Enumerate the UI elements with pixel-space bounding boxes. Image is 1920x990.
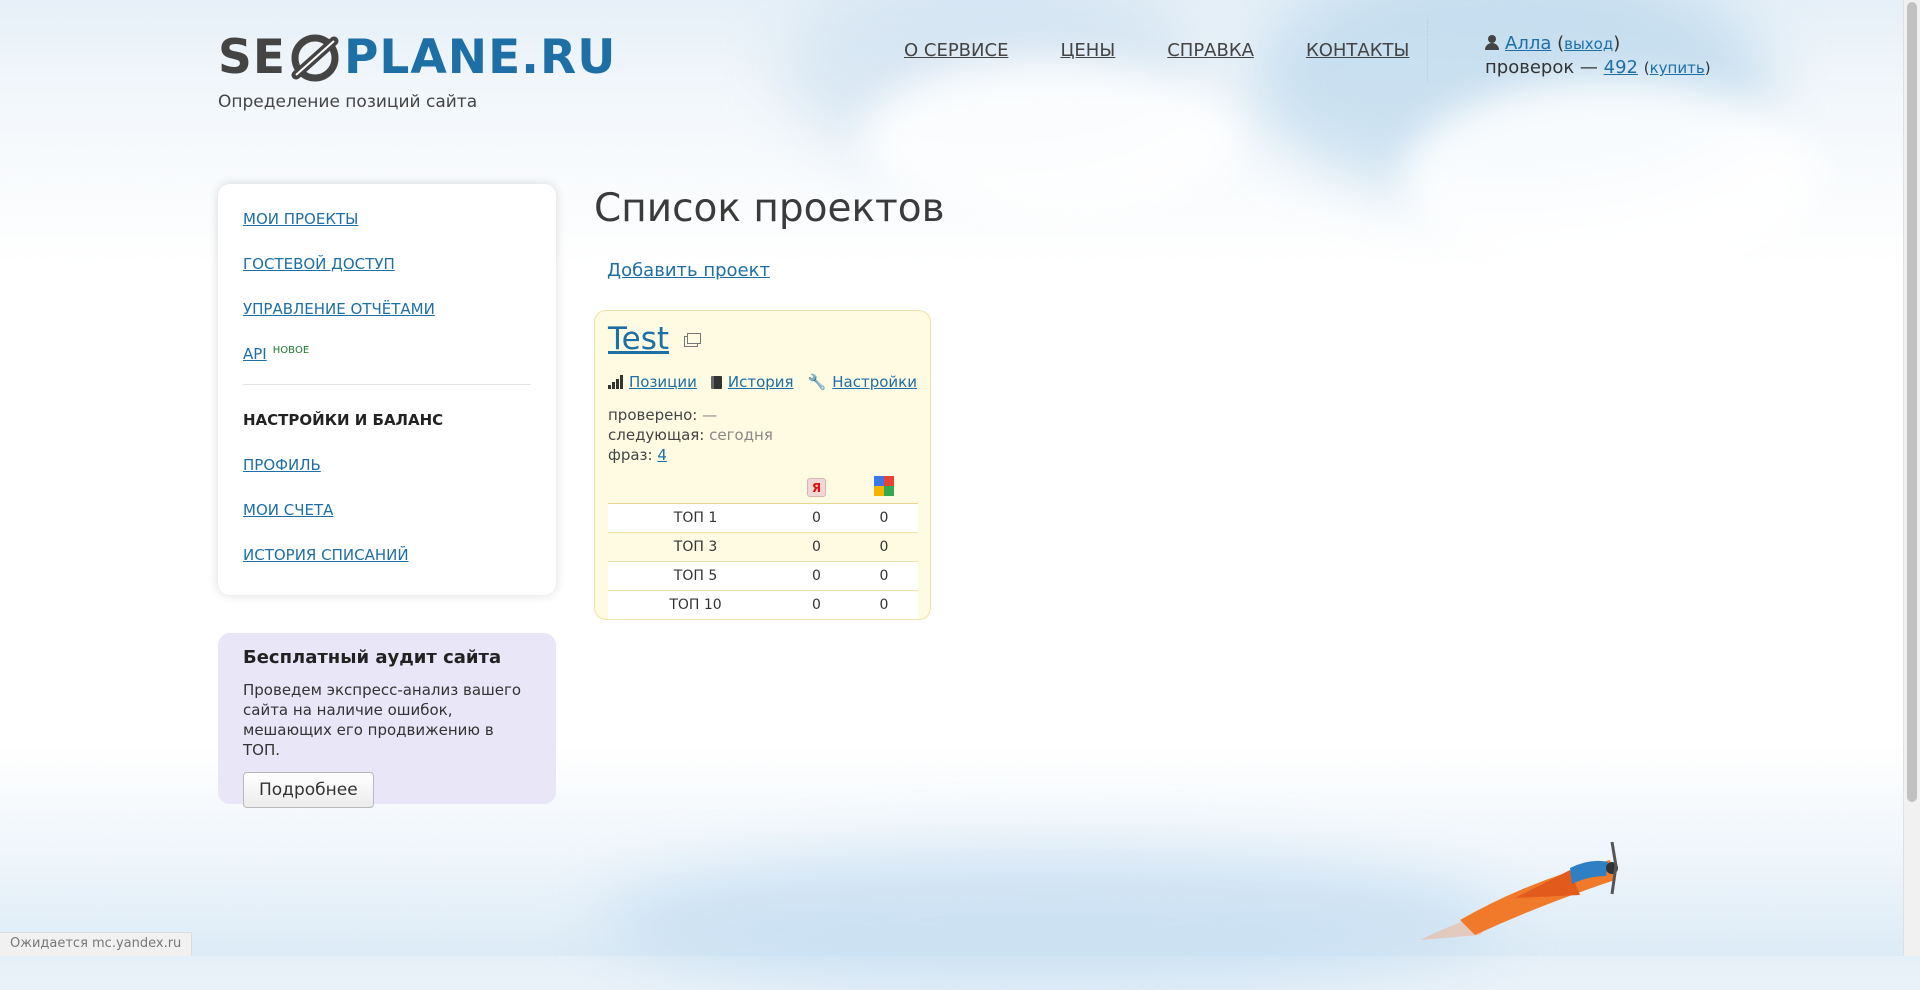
- google-value: 0: [850, 590, 918, 619]
- positions-link[interactable]: Позиции: [629, 373, 697, 391]
- cloud-decoration: [1400, 80, 1820, 280]
- audit-title: Бесплатный аудит сайта: [243, 647, 502, 668]
- top-label: ТОП 10: [608, 590, 783, 619]
- table-row: ТОП 3 0 0: [608, 532, 918, 562]
- site-logo[interactable]: SE PLANE.RU: [218, 30, 616, 85]
- top-label: ТОП 1: [608, 503, 783, 533]
- yandex-icon: Я: [807, 478, 826, 498]
- google-value: 0: [850, 561, 918, 591]
- audit-promo: Бесплатный аудит сайта Проведем экспресс…: [218, 633, 556, 808]
- yandex-value: 0: [783, 532, 850, 562]
- history-icon: [710, 375, 722, 389]
- next-label: следующая:: [608, 426, 705, 444]
- browser-status-bar: Ожидается mc.yandex.ru: [0, 932, 193, 956]
- new-badge: НОВОЕ: [272, 345, 310, 356]
- settings-link[interactable]: Настройки: [832, 373, 917, 391]
- checks-count-link[interactable]: 492: [1604, 57, 1638, 78]
- next-value: сегодня: [709, 426, 773, 444]
- tops-table: Я ТОП 1 0 0 ТОП 3 0 0 ТОП 5 0 0 ТОП 10 0: [608, 473, 918, 619]
- sidebar-item-my-invoices[interactable]: МОИ СЧЕТА: [243, 501, 531, 520]
- yandex-value: 0: [783, 561, 850, 591]
- open-external-icon[interactable]: [684, 333, 702, 347]
- user-box: Алла (выход) проверок — 492 (купить): [1485, 33, 1711, 78]
- sky-decoration: [600, 850, 1500, 990]
- buy-link[interactable]: купить: [1650, 59, 1705, 77]
- sidebar-divider: [243, 384, 531, 385]
- positions-icon: [608, 375, 623, 389]
- project-card: Test Позиции История 🔧 Настройки провере…: [594, 310, 931, 620]
- logo-text-right: PLANE.RU: [343, 30, 617, 85]
- nav-help[interactable]: СПРАВКА: [1167, 40, 1254, 61]
- audit-more-button[interactable]: Подробнее: [243, 772, 374, 808]
- sidebar-menu: МОИ ПРОЕКТЫ ГОСТЕВОЙ ДОСТУП УПРАВЛЕНИЕ О…: [218, 184, 556, 595]
- checks-label: проверок —: [1485, 57, 1598, 78]
- page-title: Список проектов: [594, 186, 945, 231]
- sidebar-item-my-projects[interactable]: МОИ ПРОЕКТЫ: [243, 210, 531, 229]
- user-name-link[interactable]: Алла: [1505, 33, 1551, 54]
- nav-contacts[interactable]: КОНТАКТЫ: [1306, 40, 1409, 61]
- google-value: 0: [850, 503, 918, 533]
- google-icon: [874, 475, 894, 496]
- checked-label: проверено:: [608, 406, 698, 424]
- google-value: 0: [850, 532, 918, 562]
- checked-value: —: [702, 406, 718, 424]
- add-project-link[interactable]: Добавить проект: [607, 260, 770, 281]
- page-scrollbar[interactable]: [1903, 0, 1920, 956]
- sidebar-item-profile[interactable]: ПРОФИЛЬ: [243, 456, 531, 475]
- top-navigation: О СЕРВИСЕ ЦЕНЫ СПРАВКА КОНТАКТЫ: [904, 40, 1409, 61]
- phrases-label: фраз:: [608, 446, 653, 464]
- yandex-value: 0: [783, 590, 850, 619]
- top-label: ТОП 5: [608, 561, 783, 591]
- nav-about[interactable]: О СЕРВИСЕ: [904, 40, 1008, 61]
- sidebar-item-charges-history[interactable]: ИСТОРИЯ СПИСАНИЙ: [243, 546, 531, 565]
- propeller-logo-icon: [288, 31, 342, 85]
- user-icon: [1485, 35, 1499, 50]
- yandex-value: 0: [783, 503, 850, 533]
- wrench-icon: 🔧: [807, 373, 827, 391]
- sidebar-item-api-row: API НОВОЕ: [243, 345, 531, 364]
- sidebar-item-reports[interactable]: УПРАВЛЕНИЕ ОТЧЁТАМИ: [243, 300, 531, 319]
- phrases-count-link[interactable]: 4: [657, 446, 667, 464]
- site-tagline: Определение позиций сайта: [218, 92, 478, 112]
- audit-text: Проведем экспресс-анализ вашего сайта на…: [243, 681, 522, 759]
- table-row: ТОП 5 0 0: [608, 561, 918, 591]
- project-name-link[interactable]: Test: [608, 321, 669, 357]
- airplane-illustration: [1420, 840, 1640, 954]
- nav-prices[interactable]: ЦЕНЫ: [1060, 40, 1115, 61]
- sidebar-item-guest-access[interactable]: ГОСТЕВОЙ ДОСТУП: [243, 255, 531, 274]
- top-label: ТОП 3: [608, 532, 783, 562]
- sidebar-section-heading: НАСТРОЙКИ И БАЛАНС: [243, 411, 444, 429]
- logout-link[interactable]: выход: [1564, 35, 1613, 53]
- logo-text-left: SE: [218, 30, 286, 85]
- history-link[interactable]: История: [728, 373, 794, 391]
- scrollbar-thumb[interactable]: [1907, 2, 1917, 802]
- sidebar-item-api[interactable]: API: [243, 345, 267, 363]
- project-meta: проверено: — следующая: сегодня фраз: 4: [608, 405, 917, 465]
- nav-divider: [1427, 20, 1428, 82]
- table-row: ТОП 1 0 0: [608, 503, 918, 533]
- project-links: Позиции История 🔧 Настройки: [608, 373, 917, 391]
- table-row: ТОП 10 0 0: [608, 590, 918, 619]
